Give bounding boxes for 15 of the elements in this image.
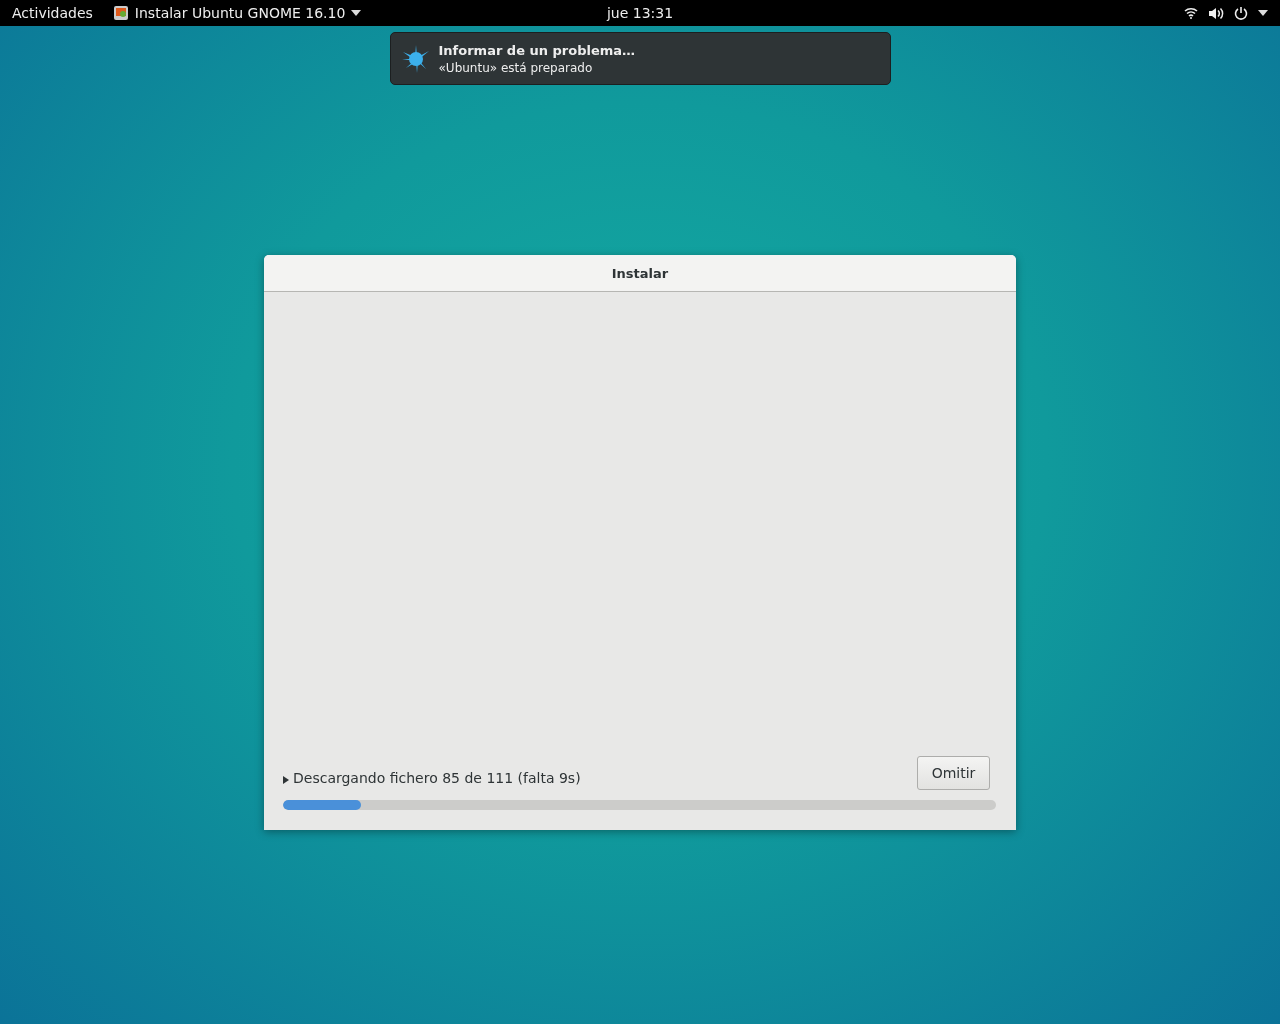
installer-icon (112, 5, 129, 21)
details-expander[interactable]: Descargando fichero 85 de 111 (falta 9s) (283, 770, 581, 786)
wifi-icon[interactable] (1184, 7, 1198, 19)
activities-button[interactable]: Actividades (12, 5, 93, 21)
clock[interactable]: jue 13:31 (606, 5, 674, 21)
dropdown-caret-icon[interactable] (351, 10, 362, 16)
notification-body: «Ubuntu» está preparado (438, 60, 594, 75)
dialog-title: Instalar (611, 265, 669, 281)
volume-icon[interactable] (1208, 6, 1224, 20)
power-icon[interactable] (1234, 6, 1248, 20)
notification-title[interactable]: Informar de un problema… (438, 42, 636, 58)
dropdown-caret-icon[interactable] (1258, 10, 1268, 16)
app-menu[interactable]: Instalar Ubuntu GNOME 16.10 (134, 5, 346, 21)
skip-button[interactable]: Omitir (917, 756, 990, 790)
expander-arrow-icon (283, 776, 289, 784)
